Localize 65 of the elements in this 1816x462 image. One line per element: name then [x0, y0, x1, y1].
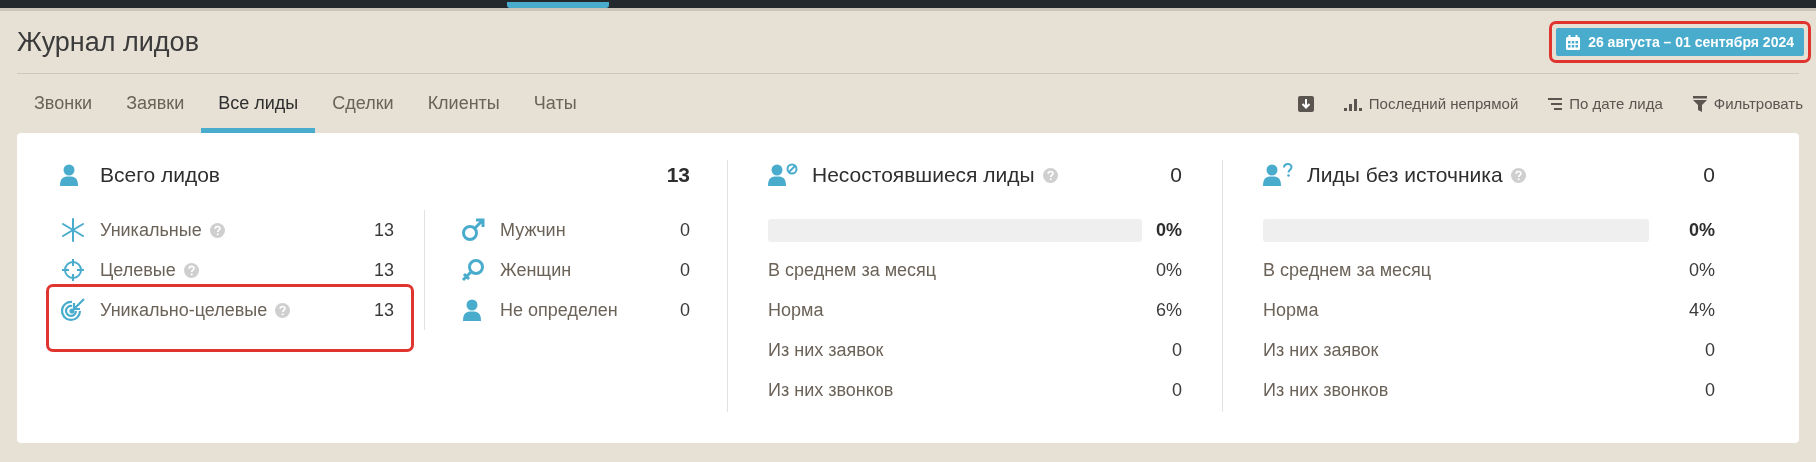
section-count: 0 — [1703, 163, 1715, 187]
download-button[interactable] — [1297, 95, 1314, 112]
filter-icon — [1692, 95, 1707, 112]
metric-label: Уникальные — [100, 219, 202, 241]
sort-button[interactable]: По дате лида — [1548, 95, 1663, 112]
metric-value: 0 — [1705, 339, 1715, 361]
metric-value: 0 — [1172, 339, 1182, 361]
male-symbol-icon — [461, 218, 485, 242]
metric-label: Норма — [768, 299, 824, 321]
tab[interactable]: Клиенты — [410, 74, 517, 133]
metric-value: 0% — [1156, 259, 1182, 281]
percent-value: 0% — [1156, 219, 1182, 241]
metric-label: Целевые — [100, 259, 176, 281]
person-question-icon — [1263, 163, 1293, 187]
metric-value: 13 — [373, 259, 394, 281]
metric-label: Из них звонков — [768, 379, 894, 401]
total-count: 13 — [666, 163, 690, 187]
metric-label: Из них заявок — [768, 339, 884, 361]
section-title: Всего лидов — [100, 163, 220, 187]
help-icon[interactable] — [209, 222, 225, 238]
crosshair-icon — [61, 258, 85, 282]
calendar-icon — [1566, 34, 1581, 50]
metric-value: 0% — [1689, 259, 1715, 281]
date-range-button[interactable]: 26 августа – 01 сентября 2024 — [1556, 28, 1804, 56]
help-icon[interactable] — [1042, 167, 1058, 183]
section-title: Лиды без источника — [1307, 163, 1503, 187]
metric-value: 0 — [680, 259, 690, 281]
section-count: 0 — [1170, 163, 1182, 187]
person-blocked-icon — [768, 163, 798, 187]
help-icon[interactable] — [1510, 167, 1526, 183]
download-icon — [1297, 95, 1314, 112]
tab[interactable]: Чаты — [516, 74, 594, 133]
page-title: Журнал лидов — [17, 26, 199, 58]
metric-value: 0 — [1705, 379, 1715, 401]
metric-label: Из них звонков — [1263, 379, 1389, 401]
metric-label: В среднем за месяц — [768, 259, 937, 281]
metric-value: 0 — [1172, 379, 1182, 401]
tab[interactable]: Сделки — [315, 74, 411, 133]
bar-chart-icon — [1343, 96, 1362, 111]
percent-value: 0% — [1689, 219, 1715, 241]
metric-label: Не определен — [500, 299, 618, 321]
tab[interactable]: Заявки — [109, 74, 202, 133]
metric-label: В среднем за месяц — [1263, 259, 1432, 281]
help-icon[interactable] — [183, 262, 199, 278]
metric-value: 6% — [1156, 299, 1182, 321]
help-icon[interactable] — [275, 302, 291, 318]
metric-value: 0 — [680, 299, 690, 321]
metric-value: 13 — [373, 299, 394, 321]
metric-label: Уникально-целевые — [100, 299, 268, 321]
female-symbol-icon — [461, 258, 485, 282]
tab[interactable]: Звонки — [17, 74, 110, 133]
metric-label: Мужчин — [500, 219, 566, 241]
metric-label: Из них заявок — [1263, 339, 1379, 361]
metric-value: 13 — [373, 219, 394, 241]
metric-value: 0 — [680, 219, 690, 241]
metric-label: Норма — [1263, 299, 1319, 321]
asterisk-icon — [61, 218, 85, 242]
filter-button[interactable]: Фильтровать — [1692, 95, 1803, 112]
sort-icon — [1548, 96, 1563, 111]
person-icon — [463, 298, 483, 322]
metric-value: 4% — [1689, 299, 1715, 321]
metric-label: Женщин — [500, 259, 572, 281]
target-arrow-icon — [60, 297, 86, 323]
attribution-button[interactable]: Последний непрямой — [1343, 95, 1519, 112]
section-title: Несостоявшиеся лиды — [812, 163, 1035, 187]
